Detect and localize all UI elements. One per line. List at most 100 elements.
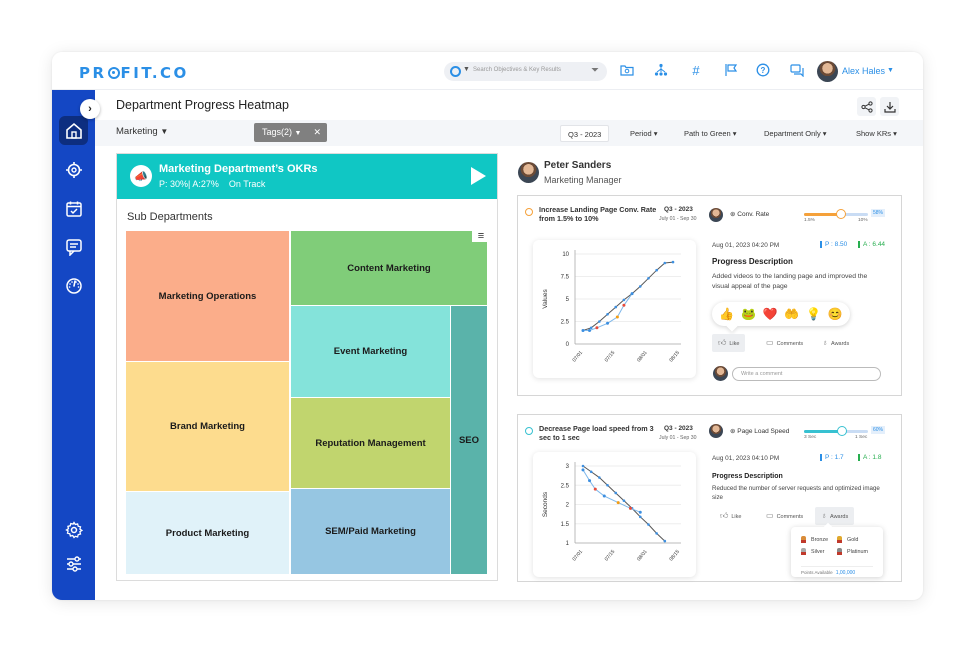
like-button[interactable]: 👍︎ Like: [712, 334, 746, 352]
tile-event-marketing[interactable]: Event Marketing: [291, 306, 450, 397]
folder-search-icon[interactable]: [619, 63, 635, 79]
kr-status-circle-icon: [525, 427, 533, 435]
slider-knob[interactable]: [837, 426, 848, 436]
kr-owner-avatar[interactable]: [709, 208, 723, 222]
lightbulb-icon[interactable]: 💡: [806, 307, 821, 321]
department-select[interactable]: Marketing ▼: [116, 126, 168, 137]
actual-point: [606, 321, 610, 325]
clear-tags-icon[interactable]: ✕: [313, 123, 321, 142]
target-point: [589, 470, 593, 474]
kr-dates: July 01 - Sep 30: [659, 216, 697, 222]
user-name[interactable]: Alex Hales: [842, 66, 885, 76]
award-icon: ♁: [821, 511, 827, 520]
sidebar-item-home[interactable]: [59, 116, 88, 145]
x-tick-label: 07/15: [604, 549, 617, 563]
chevron-down-icon[interactable]: ▼: [463, 66, 470, 73]
target-point: [606, 313, 609, 316]
play-icon[interactable]: [471, 167, 486, 185]
slider-knob[interactable]: [836, 209, 847, 219]
thumbs-up-icon[interactable]: 👍: [719, 307, 734, 321]
helping-hand-icon[interactable]: 🤲: [784, 307, 799, 321]
target-point: [655, 532, 658, 535]
okr-title: Marketing Department’s OKRs: [159, 163, 318, 175]
x-tick-label: 08/15: [668, 350, 681, 364]
medal-icon: [837, 548, 842, 555]
flag-icon[interactable]: [723, 63, 739, 79]
chart-menu-icon[interactable]: ≡: [472, 230, 490, 242]
metric-icon: ⊛: [730, 428, 736, 435]
show-krs-dropdown[interactable]: Show KRs ▾: [856, 125, 897, 142]
slider-min-label: 3 Sec: [804, 435, 817, 440]
award-gold[interactable]: Gold: [837, 536, 858, 543]
sidebar-item-feedback[interactable]: [59, 232, 88, 261]
thumbs-up-icon: 👍︎: [720, 511, 729, 520]
award-bronze[interactable]: Bronze: [801, 536, 828, 543]
download-button[interactable]: [880, 97, 899, 116]
user-avatar[interactable]: [817, 61, 838, 82]
awards-button[interactable]: ♁ Awards: [815, 507, 855, 525]
sidebar-item-tasks[interactable]: [59, 194, 88, 223]
comment-input[interactable]: Write a comment: [732, 367, 881, 381]
kr-progress-slider[interactable]: [804, 426, 868, 436]
tile-marketing-operations[interactable]: Marketing Operations: [126, 231, 289, 361]
medal-icon: [837, 536, 842, 543]
sidebar-item-dashboard[interactable]: [59, 271, 88, 300]
target-point: [581, 464, 585, 468]
key-result-card: Decrease Page load speed from 3 sec to 1…: [517, 414, 902, 582]
quarter-select[interactable]: Q3 - 2023: [560, 125, 610, 142]
tile-content-marketing[interactable]: Content Marketing: [291, 231, 487, 305]
search-bar[interactable]: ▼ Search Objectives & Key Results ⏷: [444, 62, 607, 81]
sidebar-item-objectives[interactable]: [59, 155, 88, 184]
kr-progress-slider[interactable]: [804, 209, 868, 219]
share-button[interactable]: [857, 97, 876, 116]
kr-title[interactable]: Decrease Page load speed from 3 sec to 1…: [539, 424, 664, 442]
help-icon[interactable]: ?: [755, 63, 771, 79]
okr-banner[interactable]: 📣 Marketing Department’s OKRs P: 30%| A:…: [117, 154, 497, 199]
profit-co-logo[interactable]: PR FIT.CO: [79, 64, 189, 82]
commenter-avatar: [713, 366, 728, 381]
target-point: [663, 261, 667, 265]
award-platinum[interactable]: Platinum: [837, 548, 868, 555]
frog-icon[interactable]: 🐸: [741, 307, 756, 321]
objective-target-icon[interactable]: [450, 66, 461, 77]
tile-brand-marketing[interactable]: Brand Marketing: [126, 362, 289, 491]
tile-reputation-management[interactable]: Reputation Management: [291, 398, 450, 488]
kr-owner-avatar[interactable]: [709, 424, 723, 438]
search-input[interactable]: Search Objectives & Key Results: [473, 67, 561, 73]
kr-title[interactable]: Increase Landing Page Conv. Rate from 1.…: [539, 205, 664, 223]
tile-product-marketing[interactable]: Product Marketing: [126, 492, 289, 574]
tile-sem-paid-marketing[interactable]: SEM/Paid Marketing: [291, 489, 450, 574]
tags-filter[interactable]: Tags(2) ▼ ✕: [254, 123, 327, 142]
path-to-green-dropdown[interactable]: Path to Green ▾: [684, 125, 737, 142]
awards-popover: Bronze Gold Silver Platinum Points Avail…: [791, 527, 883, 577]
sidebar-item-preferences[interactable]: [59, 549, 88, 578]
actual-series-line: [582, 469, 641, 513]
owner-avatar[interactable]: [518, 162, 539, 183]
tile-seo[interactable]: SEO: [451, 306, 487, 574]
smiley-icon[interactable]: 😊: [828, 307, 843, 321]
hashtag-icon[interactable]: #: [688, 63, 704, 79]
sidebar-expand-button[interactable]: ›: [80, 99, 100, 119]
department-only-dropdown[interactable]: Department Only ▾: [764, 125, 827, 142]
heart-icon[interactable]: ❤️: [763, 307, 778, 321]
filter-icon[interactable]: ⏷: [591, 65, 599, 76]
like-button[interactable]: 👍︎ Like: [714, 507, 747, 525]
app-window: PR FIT.CO ▼ Search Objectives & Key Resul…: [52, 52, 923, 600]
chat-icon[interactable]: [789, 63, 805, 79]
chevron-down-icon[interactable]: ▼: [887, 67, 894, 74]
sidebar-item-settings[interactable]: [59, 515, 88, 544]
top-bar: PR FIT.CO ▼ Search Objectives & Key Resul…: [52, 52, 923, 90]
y-tick-label: 2.5: [561, 320, 570, 326]
period-dropdown[interactable]: Period ▾: [630, 125, 658, 142]
award-silver[interactable]: Silver: [801, 548, 824, 555]
awards-button[interactable]: ♁ Awards: [816, 334, 855, 352]
target-point: [622, 499, 626, 502]
hierarchy-icon[interactable]: [653, 63, 669, 79]
actual-point: [615, 315, 619, 319]
comment-icon: ▭: [766, 338, 774, 347]
actual-point: [616, 501, 620, 505]
sliders-icon: [66, 555, 81, 572]
comments-button[interactable]: ▭ Comments: [760, 334, 809, 352]
target-point: [614, 491, 618, 495]
comments-button[interactable]: ▭ Comments: [760, 507, 809, 525]
